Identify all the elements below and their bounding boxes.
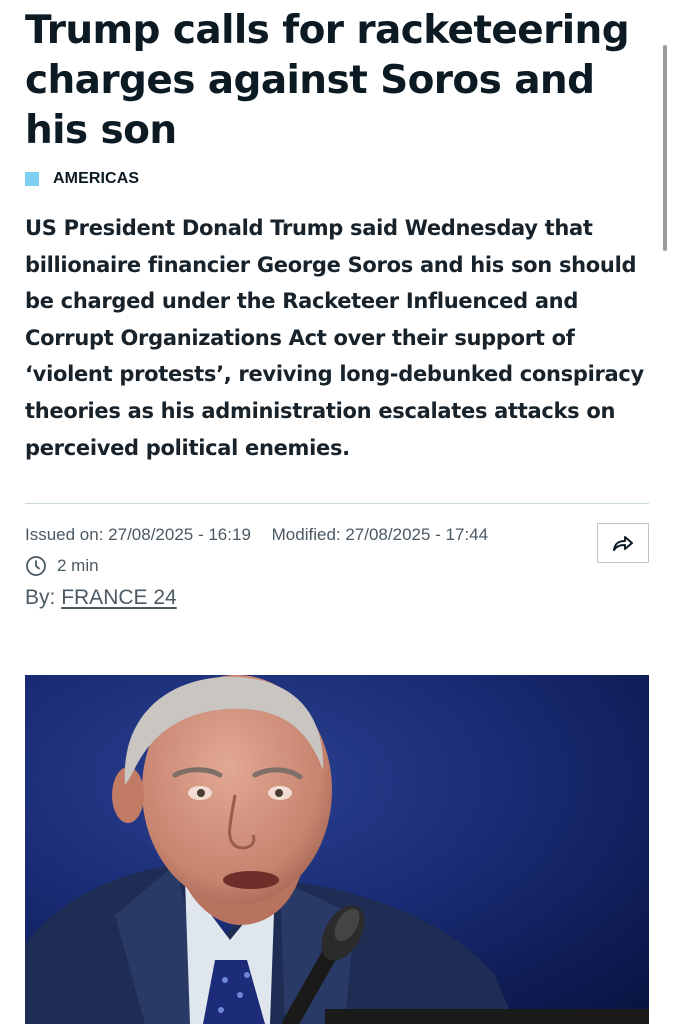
byline: By: FRANCE 24: [25, 586, 177, 612]
page-scrollbar[interactable]: [663, 45, 667, 251]
clock-icon: [26, 556, 46, 576]
category-label[interactable]: AMERICAS: [53, 170, 139, 188]
read-time: 2 min: [25, 555, 99, 577]
publication-dates: Issued on: 27/08/2025 - 16:19 Modified: …: [25, 525, 504, 547]
article-lead: US President Donald Trump said Wednesday…: [25, 216, 644, 460]
category-color-marker: [25, 172, 39, 186]
byline-prefix: By:: [25, 586, 56, 609]
read-time-label: 2 min: [57, 556, 99, 575]
share-arrow-icon: [613, 536, 633, 551]
divider: [25, 503, 649, 504]
category-tag[interactable]: AMERICAS: [25, 170, 139, 188]
article-photo: [25, 675, 649, 1024]
share-button[interactable]: [597, 523, 649, 563]
modified-date: Modified: 27/08/2025 - 17:44: [271, 525, 489, 544]
article-headline: Trump calls for racketeering charges aga…: [25, 8, 630, 153]
issued-date: Issued on: 27/08/2025 - 16:19: [25, 525, 251, 544]
portrait-image: [25, 675, 649, 1024]
author-link[interactable]: FRANCE 24: [61, 586, 177, 609]
